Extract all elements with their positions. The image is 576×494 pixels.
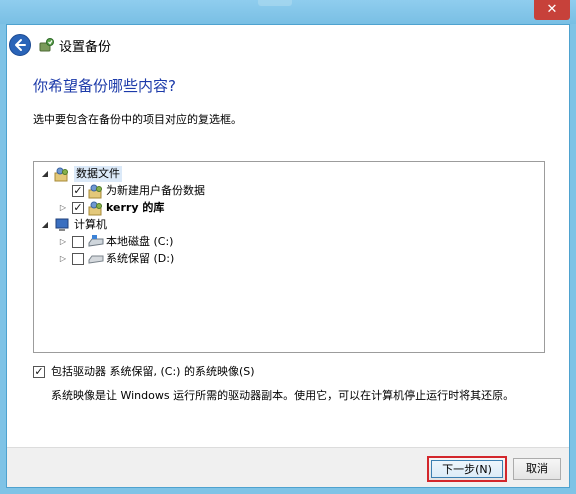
setup-backup-window: 设置备份 你希望备份哪些内容? 选中要包含在备份中的项目对应的复选框。 ◢ 数据…: [6, 24, 570, 488]
tree-label-kerry-library: kerry 的库: [106, 201, 165, 214]
backup-app-icon: [39, 37, 55, 53]
tree-label-data-files: 数据文件: [74, 166, 122, 182]
page-description: 选中要包含在备份中的项目对应的复选框。: [33, 113, 242, 126]
expand-arrow-icon[interactable]: ▷: [58, 251, 68, 267]
next-button-highlight[interactable]: 下一步(N): [427, 456, 507, 482]
back-arrow-icon[interactable]: [9, 34, 31, 56]
system-reserved-checkbox[interactable]: [72, 253, 84, 265]
users-icon: [88, 200, 104, 216]
drive-icon: [88, 234, 104, 250]
tree-label-computer: 计算机: [74, 218, 107, 231]
new-users-checkbox[interactable]: ✓: [72, 185, 84, 197]
window-title: 设置备份: [59, 40, 112, 55]
computer-icon: [54, 217, 70, 233]
system-image-checkbox[interactable]: ✓: [33, 366, 45, 378]
footer-bar: 下一步(N) 取消: [7, 447, 569, 487]
backup-items-tree[interactable]: ◢ 数据文件 ✓ 为新建用户备份数据 ▷ ✓ kerry 的库 ◢ 计算机 ▷ …: [33, 161, 545, 353]
window-header: 设置备份: [7, 25, 569, 65]
kerry-library-checkbox[interactable]: ✓: [72, 202, 84, 214]
expand-arrow-icon[interactable]: ◢: [40, 217, 50, 233]
tree-label-local-disk: 本地磁盘 (C:): [106, 235, 174, 248]
drive-icon: [88, 251, 104, 267]
title-bar-grip: [258, 0, 292, 6]
close-button[interactable]: ✕: [534, 0, 570, 20]
tree-label-system-reserved: 系统保留 (D:): [106, 252, 175, 265]
users-icon: [88, 183, 104, 199]
system-image-note: 系统映像是让 Windows 运行所需的驱动器副本。使用它，可以在计算机停止运行…: [51, 389, 515, 402]
expand-arrow-icon[interactable]: ▷: [58, 234, 68, 250]
system-image-label[interactable]: 包括驱动器 系统保留, (C:) 的系统映像(S): [51, 364, 255, 380]
page-heading: 你希望备份哪些内容?: [33, 77, 176, 95]
next-button[interactable]: 下一步(N): [431, 460, 503, 478]
expand-arrow-icon[interactable]: ◢: [40, 166, 50, 182]
local-disk-checkbox[interactable]: [72, 236, 84, 248]
expand-arrow-icon[interactable]: ▷: [58, 200, 68, 216]
title-bar: ✕: [0, 0, 576, 24]
cancel-button[interactable]: 取消: [513, 458, 561, 480]
users-icon: [54, 166, 70, 182]
tree-label-new-users: 为新建用户备份数据: [106, 184, 205, 197]
